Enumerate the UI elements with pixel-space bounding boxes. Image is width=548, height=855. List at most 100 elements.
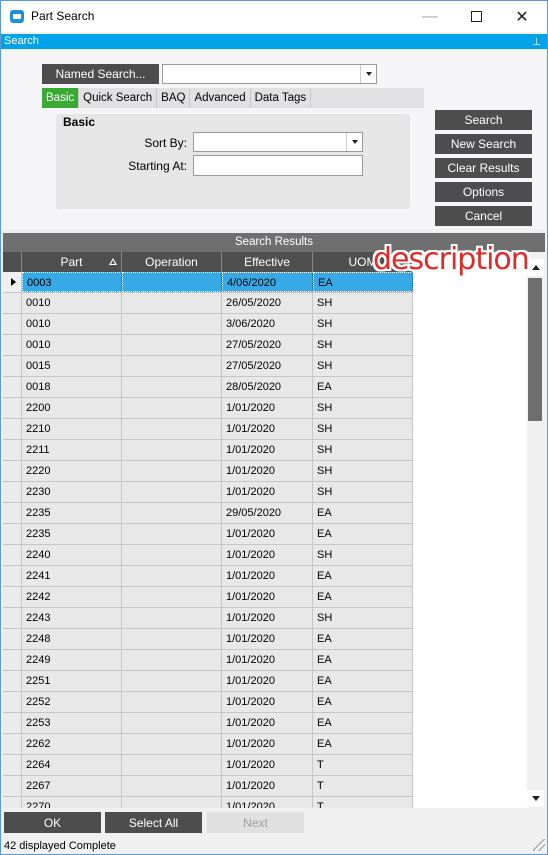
cell-uom[interactable]: EA bbox=[313, 587, 413, 607]
cell-operation[interactable] bbox=[122, 419, 222, 439]
cancel-button[interactable]: Cancel bbox=[435, 206, 532, 226]
table-row[interactable]: 2253 1/01/2020 EA bbox=[3, 713, 413, 734]
table-row[interactable]: 2252 1/01/2020 EA bbox=[3, 692, 413, 713]
row-selector[interactable] bbox=[3, 776, 22, 796]
cell-uom[interactable]: EA bbox=[313, 671, 413, 691]
results-grid[interactable]: Part Operation Effective UOM 0003 4/06/20… bbox=[3, 252, 527, 808]
cell-part[interactable]: 0010 bbox=[22, 314, 122, 334]
cell-operation[interactable] bbox=[122, 671, 222, 691]
table-row[interactable]: 0010 26/05/2020 SH bbox=[3, 293, 413, 314]
column-header-effective[interactable]: Effective bbox=[222, 252, 313, 272]
cell-effective[interactable]: 1/01/2020 bbox=[222, 776, 313, 796]
cell-operation[interactable] bbox=[122, 524, 222, 544]
row-selector[interactable] bbox=[3, 608, 22, 628]
dropdown-arrow-icon[interactable] bbox=[360, 65, 376, 83]
row-selector[interactable] bbox=[3, 440, 22, 460]
clear-results-button[interactable]: Clear Results bbox=[435, 158, 532, 178]
row-selector[interactable] bbox=[3, 335, 22, 355]
cell-operation[interactable] bbox=[122, 335, 222, 355]
new-search-button[interactable]: New Search bbox=[435, 134, 532, 154]
scroll-thumb[interactable] bbox=[528, 278, 542, 421]
cell-effective[interactable]: 1/01/2020 bbox=[222, 524, 313, 544]
cell-part[interactable]: 2211 bbox=[22, 440, 122, 460]
maximize-button[interactable] bbox=[453, 1, 499, 32]
cell-operation[interactable] bbox=[122, 608, 222, 628]
minimize-button[interactable]: — bbox=[407, 1, 453, 32]
cell-effective[interactable]: 1/01/2020 bbox=[222, 482, 313, 502]
cell-effective[interactable]: 1/01/2020 bbox=[222, 671, 313, 691]
table-row[interactable]: 2240 1/01/2020 SH bbox=[3, 545, 413, 566]
table-row[interactable]: 2210 1/01/2020 SH bbox=[3, 419, 413, 440]
row-selector[interactable] bbox=[3, 713, 22, 733]
table-row[interactable]: 2242 1/01/2020 EA bbox=[3, 587, 413, 608]
tab-quick-search[interactable]: Quick Search bbox=[79, 88, 158, 108]
tab-data-tags[interactable]: Data Tags bbox=[251, 88, 312, 108]
cell-effective[interactable]: 26/05/2020 bbox=[222, 293, 313, 313]
cell-uom[interactable]: EA bbox=[313, 734, 413, 754]
cell-part[interactable]: 2210 bbox=[22, 419, 122, 439]
cell-operation[interactable] bbox=[122, 314, 222, 334]
row-selector[interactable] bbox=[3, 461, 22, 481]
cell-effective[interactable]: 1/01/2020 bbox=[222, 797, 313, 808]
cell-part[interactable]: 0010 bbox=[22, 293, 122, 313]
cell-operation[interactable] bbox=[122, 356, 222, 376]
cell-operation[interactable] bbox=[122, 587, 222, 607]
next-button[interactable]: Next bbox=[207, 812, 304, 833]
dropdown-arrow-icon[interactable] bbox=[346, 133, 362, 151]
cell-uom[interactable]: SH bbox=[313, 398, 413, 418]
options-button[interactable]: Options bbox=[435, 182, 532, 202]
table-row[interactable]: 2241 1/01/2020 EA bbox=[3, 566, 413, 587]
cell-uom[interactable]: EA bbox=[313, 650, 413, 670]
cell-uom[interactable]: EA bbox=[313, 524, 413, 544]
table-row[interactable]: 2230 1/01/2020 SH bbox=[3, 482, 413, 503]
cell-operation[interactable] bbox=[122, 545, 222, 565]
cell-uom[interactable]: T bbox=[313, 797, 413, 808]
cell-effective[interactable]: 1/01/2020 bbox=[222, 419, 313, 439]
cell-operation[interactable] bbox=[122, 503, 222, 523]
cell-uom[interactable]: SH bbox=[313, 608, 413, 628]
cell-uom[interactable]: SH bbox=[313, 335, 413, 355]
cell-part[interactable]: 2241 bbox=[22, 566, 122, 586]
cell-operation[interactable] bbox=[122, 650, 222, 670]
row-selector[interactable] bbox=[3, 482, 22, 502]
cell-part[interactable]: 2262 bbox=[22, 734, 122, 754]
cell-part[interactable]: 2243 bbox=[22, 608, 122, 628]
cell-uom[interactable]: SH bbox=[313, 293, 413, 313]
cell-uom[interactable]: SH bbox=[313, 356, 413, 376]
cell-effective[interactable]: 1/01/2020 bbox=[222, 587, 313, 607]
cell-operation[interactable] bbox=[122, 692, 222, 712]
cell-part[interactable]: 2242 bbox=[22, 587, 122, 607]
table-row[interactable]: 0010 3/06/2020 SH bbox=[3, 314, 413, 335]
cell-effective[interactable]: 1/01/2020 bbox=[222, 629, 313, 649]
cell-effective[interactable]: 27/05/2020 bbox=[222, 356, 313, 376]
cell-effective[interactable]: 1/01/2020 bbox=[222, 461, 313, 481]
table-row[interactable]: 0003 4/06/2020 EA bbox=[3, 272, 413, 293]
select-all-button[interactable]: Select All bbox=[105, 812, 202, 833]
cell-part[interactable]: 2270 bbox=[22, 797, 122, 808]
cell-uom[interactable]: EA bbox=[313, 566, 413, 586]
row-selector[interactable] bbox=[3, 734, 22, 754]
table-row[interactable]: 0010 27/05/2020 SH bbox=[3, 335, 413, 356]
row-selector[interactable] bbox=[3, 671, 22, 691]
cell-uom[interactable]: EA bbox=[313, 692, 413, 712]
cell-operation[interactable] bbox=[122, 734, 222, 754]
sort-by-combo[interactable] bbox=[193, 132, 363, 152]
cell-part[interactable]: 2249 bbox=[22, 650, 122, 670]
cell-uom[interactable]: SH bbox=[313, 482, 413, 502]
row-selector[interactable] bbox=[3, 272, 22, 292]
row-selector[interactable] bbox=[3, 524, 22, 544]
scroll-up-button[interactable] bbox=[527, 259, 544, 276]
table-row[interactable]: 2262 1/01/2020 EA bbox=[3, 734, 413, 755]
cell-part[interactable]: 2235 bbox=[22, 524, 122, 544]
row-selector[interactable] bbox=[3, 755, 22, 775]
cell-part[interactable]: 2220 bbox=[22, 461, 122, 481]
cell-effective[interactable]: 3/06/2020 bbox=[222, 314, 313, 334]
cell-uom[interactable]: SH bbox=[313, 314, 413, 334]
cell-effective[interactable]: 1/01/2020 bbox=[222, 692, 313, 712]
row-selector[interactable] bbox=[3, 377, 22, 397]
cell-uom[interactable]: EA bbox=[313, 713, 413, 733]
cell-operation[interactable] bbox=[122, 440, 222, 460]
cell-operation[interactable] bbox=[122, 293, 222, 313]
starting-at-input[interactable] bbox=[193, 155, 363, 176]
tab-advanced[interactable]: Advanced bbox=[190, 88, 251, 108]
